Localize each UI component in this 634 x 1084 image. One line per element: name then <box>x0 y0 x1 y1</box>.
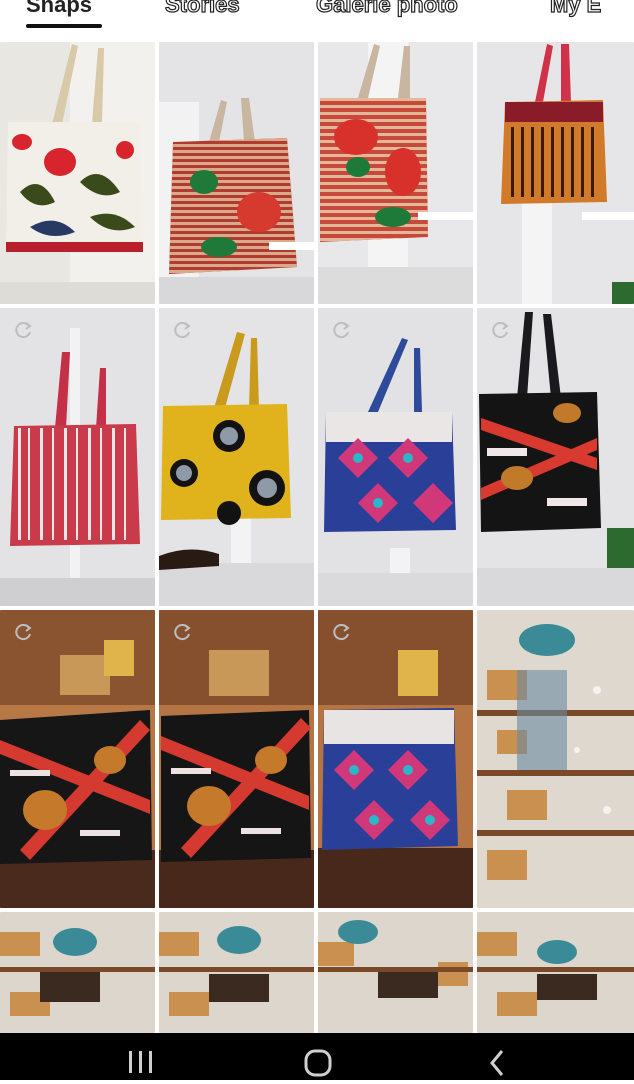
snap-thumbnail[interactable] <box>318 912 473 1033</box>
snap-thumbnail[interactable] <box>159 912 314 1033</box>
snap-thumbnail[interactable] <box>477 308 634 606</box>
system-navigation-bar <box>0 1033 634 1080</box>
back-icon <box>490 1050 504 1076</box>
recent-apps-button[interactable] <box>110 1039 170 1079</box>
snap-thumbnail[interactable] <box>477 42 634 304</box>
bag-photo <box>477 42 634 304</box>
sync-icon <box>173 320 193 340</box>
bag-photo <box>159 610 314 908</box>
sync-icon <box>14 320 34 340</box>
snap-thumbnail[interactable] <box>159 610 314 908</box>
snap-thumbnail[interactable] <box>0 42 155 304</box>
tab-stories[interactable]: Stories <box>164 0 240 22</box>
home-button[interactable] <box>288 1039 348 1079</box>
shop-photo <box>318 912 473 1033</box>
gallery-tabs: Snaps Stories Galerie photo My E <box>0 0 634 40</box>
sync-icon <box>332 622 352 642</box>
snap-thumbnail[interactable] <box>477 912 634 1033</box>
snaps-grid <box>0 40 634 1033</box>
bag-photo <box>0 42 155 304</box>
sync-icon <box>14 622 34 642</box>
bag-photo <box>159 42 314 304</box>
shop-photo <box>0 912 155 1033</box>
bag-photo <box>318 42 473 304</box>
snap-thumbnail[interactable] <box>159 308 314 606</box>
snap-thumbnail[interactable] <box>318 308 473 606</box>
bag-photo <box>159 308 314 606</box>
snap-thumbnail[interactable] <box>159 42 314 304</box>
tab-galerie-photo[interactable]: Galerie photo <box>315 0 458 22</box>
tab-my-eyes-only[interactable]: My E <box>549 0 602 22</box>
shop-photo <box>159 912 314 1033</box>
sync-icon <box>332 320 352 340</box>
snap-thumbnail[interactable] <box>0 610 155 908</box>
recent-apps-icon <box>129 1051 152 1073</box>
shop-photo <box>477 610 634 908</box>
bag-photo <box>318 610 473 908</box>
snap-thumbnail[interactable] <box>477 610 634 908</box>
back-button[interactable] <box>466 1039 526 1079</box>
bag-photo <box>0 610 155 908</box>
tab-snaps[interactable]: Snaps <box>26 0 92 22</box>
bag-photo <box>477 308 634 606</box>
snap-thumbnail[interactable] <box>318 42 473 304</box>
shop-photo <box>477 912 634 1033</box>
snap-thumbnail[interactable] <box>318 610 473 908</box>
bag-photo <box>0 308 155 606</box>
home-icon <box>304 1049 332 1077</box>
sync-icon <box>173 622 193 642</box>
bag-photo <box>318 308 473 606</box>
snap-thumbnail[interactable] <box>0 308 155 606</box>
snap-thumbnail[interactable] <box>0 912 155 1033</box>
active-tab-indicator <box>26 24 102 28</box>
sync-icon <box>491 320 511 340</box>
